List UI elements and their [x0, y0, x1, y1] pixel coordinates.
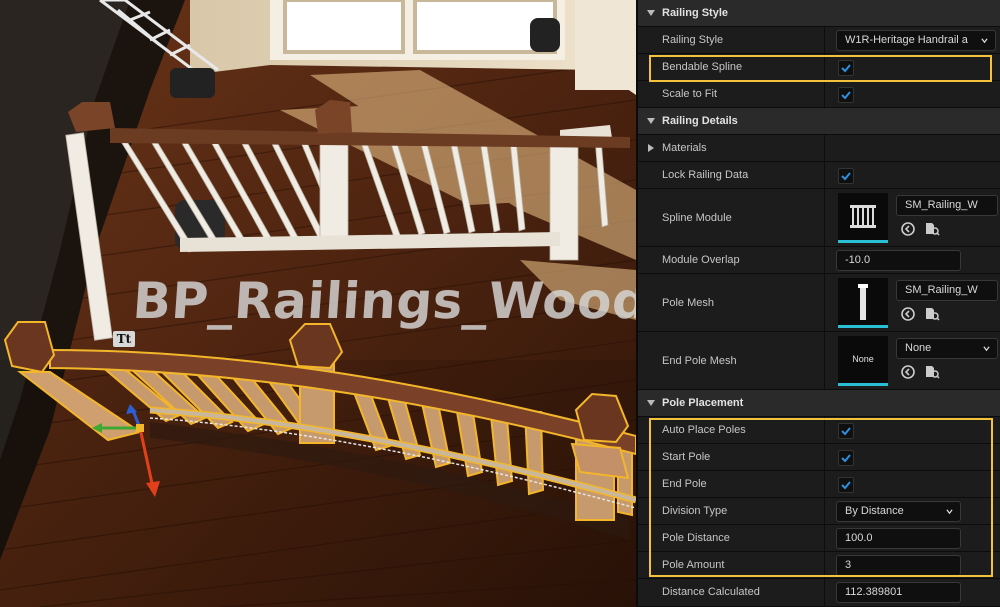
collapse-caret-icon[interactable]	[647, 118, 655, 124]
property-label: Auto Place Poles	[662, 424, 746, 436]
row-auto-place-poles: Auto Place Poles	[638, 417, 1000, 444]
pole-mesh-asset-dropdown[interactable]: SM_Railing_W	[896, 280, 998, 301]
row-scale-to-fit: Scale to Fit	[638, 81, 1000, 108]
expand-caret-icon[interactable]	[648, 144, 654, 152]
dropdown-value: W1R-Heritage Handrail a	[845, 34, 968, 46]
property-label: Division Type	[662, 505, 728, 517]
end-pole-checkbox[interactable]	[838, 477, 854, 493]
level-viewport[interactable]: BP_Railings_Wood Tt	[0, 0, 636, 607]
pole-mesh-preview-icon	[858, 284, 868, 320]
spline-module-thumbnail[interactable]	[838, 193, 888, 243]
property-label: Materials	[662, 142, 707, 154]
use-selected-asset-icon[interactable]	[900, 306, 916, 322]
category-label: Railing Style	[662, 7, 729, 19]
railing-mesh-preview-icon	[850, 205, 876, 228]
category-railing-details[interactable]: Railing Details	[638, 108, 1000, 135]
row-distance-calculated: Distance Calculated 112.389801	[638, 579, 1000, 607]
property-label: Spline Module	[662, 212, 732, 224]
property-label: Pole Distance	[662, 532, 730, 544]
property-label: Lock Railing Data	[662, 169, 749, 181]
use-selected-asset-icon[interactable]	[900, 221, 916, 237]
row-division-type: Division Type By Distance	[638, 498, 1000, 525]
row-pole-distance: Pole Distance 100.0	[638, 525, 1000, 552]
dropdown-value: SM_Railing_W	[905, 284, 978, 296]
spline-module-asset-dropdown[interactable]: SM_Railing_W	[896, 195, 998, 216]
row-end-pole-mesh: End Pole Mesh None None	[638, 332, 1000, 390]
chevron-down-icon	[981, 38, 988, 44]
property-label: Pole Amount	[662, 559, 725, 571]
row-pole-mesh: Pole Mesh SM_Railing_W	[638, 274, 1000, 332]
row-module-overlap: Module Overlap -10.0	[638, 247, 1000, 274]
lock-railing-data-checkbox[interactable]	[838, 168, 854, 184]
pole-amount-input[interactable]: 3	[836, 555, 961, 576]
division-type-dropdown[interactable]: By Distance	[836, 501, 961, 522]
checkmark-icon	[841, 91, 851, 100]
checkmark-icon	[841, 481, 851, 490]
distance-calculated-input[interactable]: 112.389801	[836, 582, 961, 603]
browse-asset-icon[interactable]	[924, 306, 940, 322]
scale-to-fit-checkbox[interactable]	[838, 87, 854, 103]
collapse-caret-icon[interactable]	[647, 10, 655, 16]
collapse-caret-icon[interactable]	[647, 400, 655, 406]
pole-distance-input[interactable]: 100.0	[836, 528, 961, 549]
row-spline-module: Spline Module SM_Railing_W	[638, 189, 1000, 247]
text-render-icon[interactable]: Tt	[113, 331, 135, 347]
row-pole-amount: Pole Amount 3	[638, 552, 1000, 579]
checkmark-icon	[841, 427, 851, 436]
row-railing-style: Railing Style W1R-Heritage Handrail a	[638, 27, 1000, 54]
module-overlap-input[interactable]: -10.0	[836, 250, 961, 271]
thumbnail-none-text: None	[852, 354, 874, 364]
row-end-pole: End Pole	[638, 471, 1000, 498]
category-label: Railing Details	[662, 115, 738, 127]
start-pole-checkbox[interactable]	[838, 450, 854, 466]
property-label: Scale to Fit	[662, 88, 718, 100]
category-railing-style[interactable]: Railing Style	[638, 0, 1000, 27]
actor-label-watermark: BP_Railings_Wood	[130, 272, 636, 330]
end-pole-mesh-asset-dropdown[interactable]: None	[896, 338, 998, 359]
browse-asset-icon[interactable]	[924, 221, 940, 237]
dropdown-value: SM_Railing_W	[905, 199, 978, 211]
row-lock-railing-data: Lock Railing Data	[638, 162, 1000, 189]
dropdown-value: None	[905, 342, 932, 354]
details-panel: Railing Style Railing Style W1R-Heritage…	[636, 0, 1000, 607]
checkmark-icon	[841, 172, 851, 181]
property-label: Pole Mesh	[662, 297, 714, 309]
dropdown-value: By Distance	[845, 505, 904, 517]
row-bendable-spline: Bendable Spline	[638, 54, 1000, 81]
end-pole-mesh-thumbnail[interactable]: None	[838, 336, 888, 386]
property-label: Bendable Spline	[662, 61, 743, 73]
property-label: Distance Calculated	[662, 586, 760, 598]
browse-asset-icon[interactable]	[924, 364, 940, 380]
chevron-down-icon	[946, 509, 953, 515]
use-selected-asset-icon[interactable]	[900, 364, 916, 380]
row-materials[interactable]: Materials	[638, 135, 1000, 162]
row-start-pole: Start Pole	[638, 444, 1000, 471]
category-label: Pole Placement	[662, 397, 744, 409]
checkmark-icon	[841, 454, 851, 463]
pole-mesh-thumbnail[interactable]	[838, 278, 888, 328]
property-label: End Pole Mesh	[662, 355, 737, 367]
checkmark-icon	[841, 64, 851, 73]
bendable-spline-checkbox[interactable]	[838, 60, 854, 76]
chevron-down-icon	[983, 346, 990, 352]
property-label: Module Overlap	[662, 254, 740, 266]
railing-style-dropdown[interactable]: W1R-Heritage Handrail a	[836, 30, 996, 51]
category-pole-placement[interactable]: Pole Placement	[638, 390, 1000, 417]
property-label: Start Pole	[662, 451, 711, 463]
auto-place-poles-checkbox[interactable]	[838, 423, 854, 439]
property-label: Railing Style	[662, 34, 724, 46]
property-label: End Pole	[662, 478, 707, 490]
